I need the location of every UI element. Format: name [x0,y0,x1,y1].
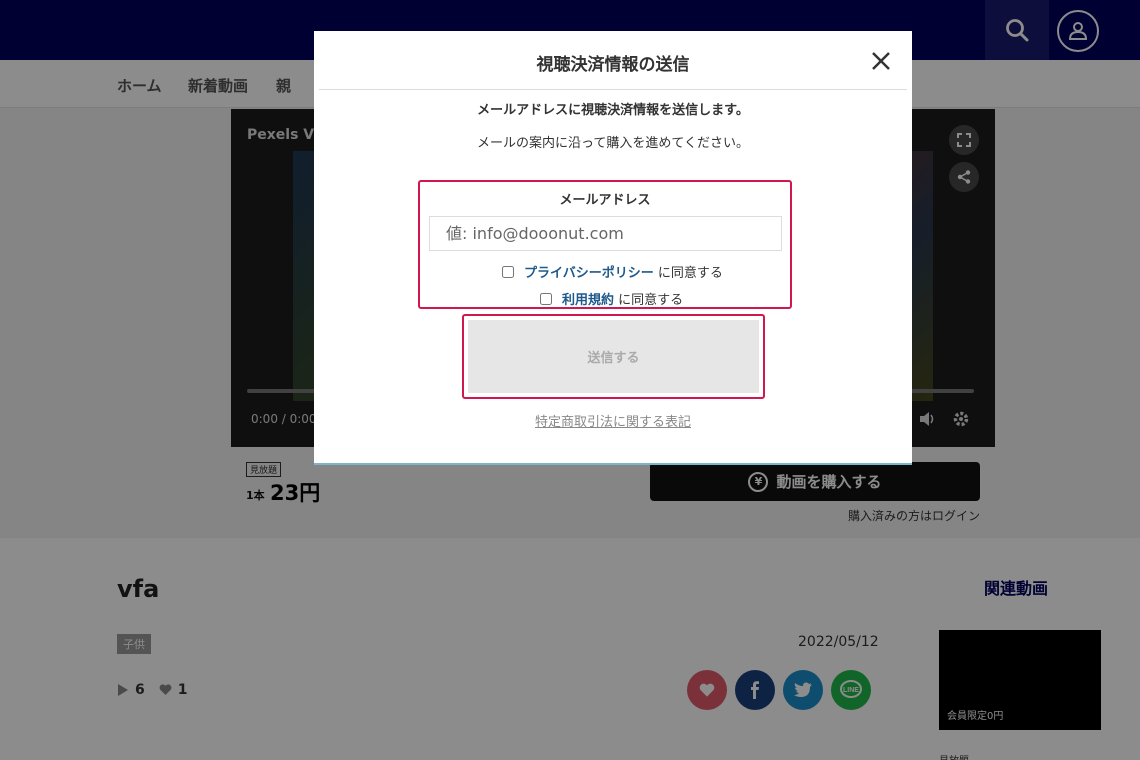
privacy-consent-suffix: に同意する [657,266,723,281]
commercial-law-link[interactable]: 特定商取引法に関する表記 [314,411,912,430]
terms-consent-row[interactable]: 利用規約 に同意する [540,289,683,308]
modal-instruction: メールの案内に沿って購入を進めてください。 [477,136,749,151]
terms-consent-checkbox[interactable] [540,292,552,305]
privacy-consent-checkbox[interactable] [502,265,514,278]
modal-title: 視聴決済情報の送信 [536,55,690,75]
email-label: メールアドレス [559,193,651,208]
submit-area: 送信する [462,314,765,399]
privacy-consent-text: プライバシーポリシー に同意する [524,262,723,281]
privacy-policy-link[interactable]: プライバシーポリシー [524,266,654,281]
close-icon [872,52,890,70]
submit-button[interactable]: 送信する [468,320,759,393]
email-form: メールアドレス プライバシーポリシー に同意する 利用規約 に同意する [418,180,792,309]
email-field[interactable] [429,216,782,251]
terms-consent-text: 利用規約 に同意する [562,289,683,308]
close-modal-button[interactable] [869,49,893,73]
privacy-consent-row[interactable]: プライバシーポリシー に同意する [502,262,723,281]
terms-consent-suffix: に同意する [618,293,684,308]
terms-of-use-link[interactable]: 利用規約 [562,293,614,308]
modal-divider [319,89,907,90]
payment-info-modal: 視聴決済情報の送信 メールアドレスに視聴決済情報を送信します。 メールの案内に沿… [314,31,912,465]
modal-description: メールアドレスに視聴決済情報を送信します。 [477,103,749,118]
